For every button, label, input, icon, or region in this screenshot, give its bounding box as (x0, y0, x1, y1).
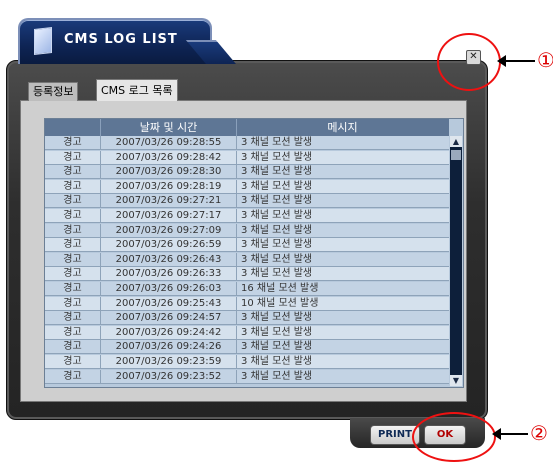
row-datetime: 2007/03/26 09:28:19 (101, 179, 237, 193)
row-datetime: 2007/03/26 09:27:09 (101, 223, 237, 237)
row-message: 3 채널 모션 발생 (241, 195, 313, 207)
row-message: 3 채널 모션 발생 (241, 253, 313, 265)
row-datetime: 2007/03/26 09:26:03 (101, 282, 237, 295)
row-type: 경고 (45, 209, 101, 222)
row-datetime: 2007/03/26 09:28:42 (101, 150, 237, 164)
table-row[interactable]: 경고 2007/03/26 09:23:59 3 채널 모션 발생 (45, 355, 449, 369)
scroll-down-icon[interactable]: ▼ (450, 375, 462, 386)
row-message: 3 채널 모션 발생 (241, 151, 313, 163)
row-type: 경고 (45, 179, 101, 193)
title-bar: CMS LOG LIST (18, 18, 212, 64)
table-row[interactable]: 경고 2007/03/26 09:26:43 3 채널 모션 발생 (45, 252, 449, 267)
annotation-label-2: ② (530, 421, 548, 445)
row-type: 경고 (45, 296, 101, 310)
row-datetime: 2007/03/26 09:27:21 (101, 194, 237, 208)
row-message: 3 채널 모션 발생 (241, 312, 313, 324)
row-type: 경고 (45, 369, 101, 383)
row-type: 경고 (45, 150, 101, 164)
document-icon (34, 27, 52, 55)
table-row[interactable]: 경고 2007/03/26 09:26:59 3 채널 모션 발생 (45, 238, 449, 253)
header-message[interactable]: 메시지 (237, 119, 448, 136)
window-title: CMS LOG LIST (64, 32, 178, 47)
table-row[interactable]: 경고 2007/03/26 09:26:33 3 채널 모션 발생 (45, 267, 449, 282)
table-header: 날짜 및 시간 메시지 (45, 119, 449, 136)
row-message: 3 채널 모션 발생 (241, 341, 313, 353)
annotation-arrow-1 (497, 55, 535, 67)
table-row[interactable]: 경고 2007/03/26 09:24:42 3 채널 모션 발생 (45, 325, 449, 340)
row-datetime: 2007/03/26 09:28:55 (101, 136, 237, 149)
row-type: 경고 (45, 282, 101, 295)
row-type: 경고 (45, 223, 101, 237)
annotation-circle-ok (412, 412, 496, 462)
row-type: 경고 (45, 340, 101, 354)
header-datetime[interactable]: 날짜 및 시간 (101, 119, 237, 136)
row-message: 3 채널 모션 발생 (241, 137, 313, 148)
row-datetime: 2007/03/26 09:24:57 (101, 311, 237, 325)
table-row[interactable]: 경고 2007/03/26 09:28:42 3 채널 모션 발생 (45, 150, 449, 165)
row-type: 경고 (45, 136, 101, 149)
table-row[interactable]: 경고 2007/03/26 09:28:30 3 채널 모션 발생 (45, 165, 449, 180)
table-row[interactable]: 경고 2007/03/26 09:27:17 3 채널 모션 발생 (45, 209, 449, 223)
table-row[interactable]: 경고 2007/03/26 09:28:19 3 채널 모션 발생 (45, 179, 449, 194)
row-message: 3 채널 모션 발생 (241, 356, 313, 367)
row-type: 경고 (45, 238, 101, 252)
table-row[interactable]: 경고 2007/03/26 09:23:52 3 채널 모션 발생 (45, 369, 449, 384)
row-datetime: 2007/03/26 09:27:17 (101, 209, 237, 222)
annotation-circle-close (437, 33, 501, 91)
row-type: 경고 (45, 252, 101, 266)
row-message: 3 채널 모션 발생 (241, 326, 313, 338)
row-datetime: 2007/03/26 09:23:59 (101, 355, 237, 368)
row-type: 경고 (45, 355, 101, 368)
row-message: 3 채널 모션 발생 (241, 166, 313, 178)
row-datetime: 2007/03/26 09:26:43 (101, 252, 237, 266)
table-row[interactable]: 경고 2007/03/26 09:28:55 3 채널 모션 발생 (45, 136, 449, 150)
row-message: 10 채널 모션 발생 (241, 297, 319, 309)
table-row[interactable]: 경고 2007/03/26 09:24:57 3 채널 모션 발생 (45, 311, 449, 326)
tab-cms-log-list[interactable]: CMS 로그 목록 (96, 79, 178, 101)
table-row[interactable]: 경고 2007/03/26 09:27:09 3 채널 모션 발생 (45, 223, 449, 238)
tab-registration-info[interactable]: 등록정보 (28, 82, 79, 101)
log-table: 날짜 및 시간 메시지 경고 2007/03/26 09:28:55 3 채널 모션… (44, 118, 464, 388)
table-row[interactable]: 경고 2007/03/26 09:24:26 3 채널 모션 발생 (45, 340, 449, 355)
row-datetime: 2007/03/26 09:26:59 (101, 238, 237, 252)
scroll-up-icon[interactable]: ▲ (450, 136, 462, 147)
row-type: 경고 (45, 311, 101, 325)
row-datetime: 2007/03/26 09:24:26 (101, 340, 237, 354)
row-datetime: 2007/03/26 09:24:42 (101, 325, 237, 339)
row-type: 경고 (45, 165, 101, 179)
table-row[interactable]: 경고 2007/03/26 09:25:43 10 채널 모션 발생 (45, 296, 449, 311)
row-message: 16 채널 모션 발생 (241, 283, 319, 294)
row-datetime: 2007/03/26 09:25:43 (101, 296, 237, 310)
table-row[interactable]: 경고 2007/03/26 09:27:21 3 채널 모션 발생 (45, 194, 449, 209)
row-datetime: 2007/03/26 09:28:30 (101, 165, 237, 179)
row-datetime: 2007/03/26 09:26:33 (101, 267, 237, 281)
row-message: 3 채널 모션 발생 (241, 210, 313, 221)
annotation-arrow-2 (492, 428, 528, 440)
row-message: 3 채널 모션 발생 (241, 370, 313, 382)
vertical-scrollbar[interactable]: ▲ ▼ (450, 136, 462, 386)
row-message: 3 채널 모션 발생 (241, 224, 313, 236)
row-type: 경고 (45, 267, 101, 281)
row-type: 경고 (45, 325, 101, 339)
row-message: 3 채널 모션 발생 (241, 268, 313, 280)
row-type: 경고 (45, 194, 101, 208)
row-message: 3 채널 모션 발생 (241, 239, 313, 251)
scroll-thumb[interactable] (451, 150, 461, 160)
row-message: 3 채널 모션 발생 (241, 180, 313, 192)
header-type[interactable] (45, 119, 101, 136)
table-row[interactable]: 경고 2007/03/26 09:26:03 16 채널 모션 발생 (45, 282, 449, 296)
row-datetime: 2007/03/26 09:23:52 (101, 369, 237, 383)
annotation-label-1: ① (537, 48, 553, 72)
